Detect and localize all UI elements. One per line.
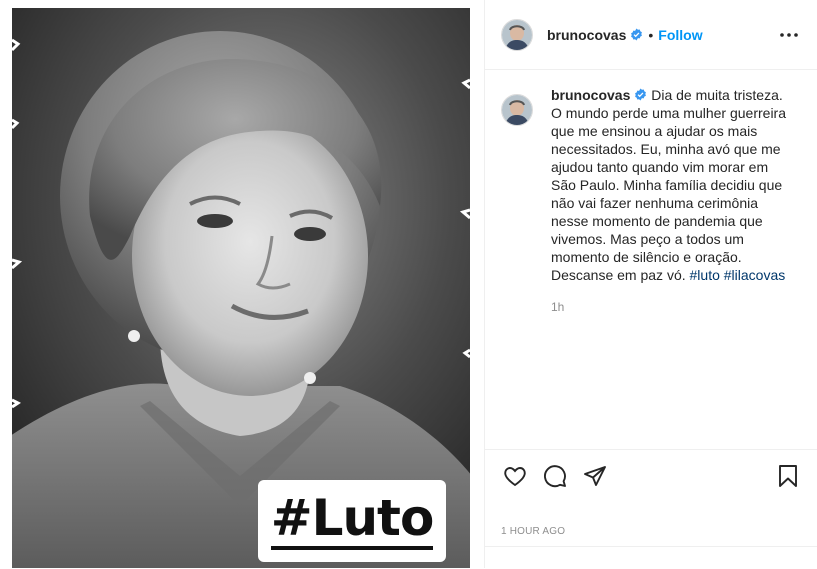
hashtag-lilacovas[interactable]: #lilacovas — [724, 267, 785, 283]
share-button[interactable] — [575, 456, 615, 496]
add-comment-bar[interactable] — [485, 546, 817, 569]
verified-badge-icon — [634, 87, 647, 101]
comment-button[interactable] — [535, 456, 575, 496]
post-side-panel: brunocovas • Follow brunocovas Dia de mu… — [484, 0, 817, 568]
follow-button[interactable]: Follow — [658, 27, 702, 43]
verified-badge-icon — [630, 28, 643, 41]
hashtag-luto[interactable]: #luto — [690, 267, 720, 283]
header-username[interactable]: brunocovas — [547, 27, 626, 43]
heart-icon — [504, 467, 526, 487]
separator-dot: • — [648, 26, 654, 43]
caption: brunocovas Dia de muita tristeza. O mund… — [551, 86, 791, 316]
bookmark-icon — [779, 465, 797, 487]
hashtag-overlay: #Luto — [258, 480, 446, 562]
caption-text: Dia de muita tristeza. O mundo perde uma… — [551, 87, 787, 283]
post-media[interactable]: #Luto — [0, 0, 484, 568]
avatar-image — [502, 19, 532, 50]
post-timestamp[interactable]: 1 HOUR AGO — [501, 526, 565, 537]
hashtag-overlay-text: #Luto — [270, 492, 434, 550]
caption-avatar[interactable] — [501, 94, 533, 126]
caption-area: brunocovas Dia de muita tristeza. O mund… — [485, 70, 817, 316]
instagram-post: #Luto brunocovas • Follow brunocovas Dia… — [0, 0, 817, 568]
avatar[interactable] — [501, 18, 533, 51]
action-bar — [485, 450, 817, 502]
comment-icon — [544, 465, 566, 488]
paper-plane-icon — [584, 466, 606, 486]
save-button[interactable] — [768, 456, 808, 496]
avatar-image — [502, 95, 532, 125]
more-options-icon[interactable] — [777, 23, 801, 47]
post-header: brunocovas • Follow — [485, 0, 817, 70]
caption-relative-time[interactable]: 1h — [551, 298, 791, 316]
caption-username[interactable]: brunocovas — [551, 87, 630, 103]
actions-section — [485, 449, 817, 502]
like-button[interactable] — [495, 456, 535, 496]
